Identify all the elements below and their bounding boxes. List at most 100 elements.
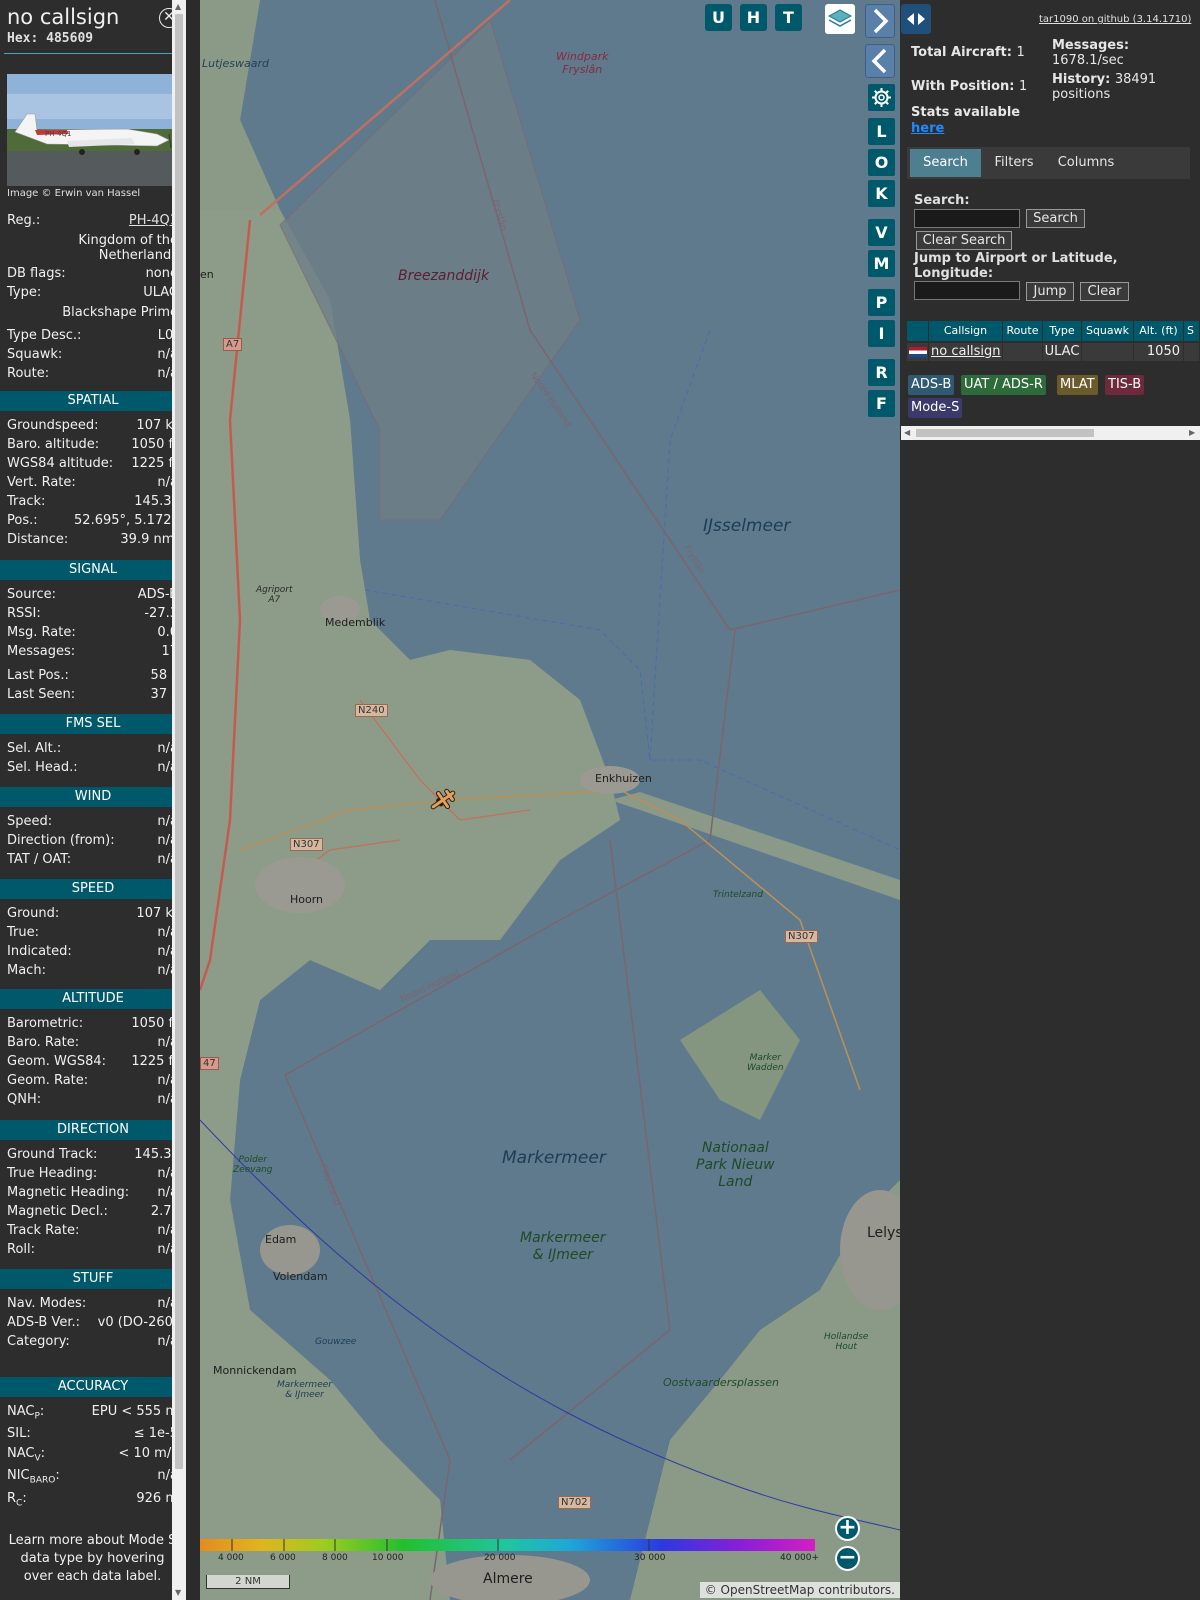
badge-adsb[interactable]: ADS-B xyxy=(908,375,955,395)
map-button-m[interactable]: M xyxy=(868,250,895,277)
map-button-h[interactable]: H xyxy=(740,4,767,31)
table-header-callsign[interactable]: Callsign xyxy=(929,321,1003,341)
track-rate-label[interactable]: Track Rate: xyxy=(7,1223,79,1238)
messages-label[interactable]: Messages: xyxy=(7,644,75,659)
mach-label[interactable]: Mach: xyxy=(7,963,46,978)
attribution-suffix: contributors. xyxy=(818,1583,895,1597)
arrows-left-right-icon xyxy=(907,13,925,25)
vert-rate-label[interactable]: Vert. Rate: xyxy=(7,475,76,490)
tat-oat-label[interactable]: TAT / OAT: xyxy=(7,852,71,867)
geom-rate-label[interactable]: Geom. Rate: xyxy=(7,1073,88,1088)
layers-button[interactable] xyxy=(825,4,855,34)
scroll-down-icon[interactable]: ▼ xyxy=(175,1588,181,1597)
osm-link[interactable]: OpenStreetMap xyxy=(721,1583,815,1597)
legend-tick-6000: 6 000 xyxy=(270,1553,296,1563)
indicated-airspeed-label[interactable]: Indicated: xyxy=(7,944,72,959)
settings-button[interactable] xyxy=(868,84,895,111)
geom-wgs84-label[interactable]: Geom. WGS84: xyxy=(7,1054,106,1069)
track-label[interactable]: Track: xyxy=(7,494,45,509)
distance-label[interactable]: Distance: xyxy=(7,532,68,547)
zoom-in-button[interactable]: + xyxy=(835,1516,860,1541)
table-header-type[interactable]: Type xyxy=(1043,321,1082,341)
distance-value: 39.9 nmi xyxy=(120,532,178,547)
wind-direction-label[interactable]: Direction (from): xyxy=(7,833,115,848)
nav-modes-label[interactable]: Nav. Modes: xyxy=(7,1296,86,1311)
badge-tisb[interactable]: TIS-B xyxy=(1105,375,1145,395)
sil-label[interactable]: SIL: xyxy=(7,1426,31,1441)
map-button-l[interactable]: L xyxy=(868,118,895,145)
true-heading-label[interactable]: True Heading: xyxy=(7,1166,97,1181)
scroll-left-icon[interactable]: ◀ xyxy=(904,428,910,437)
scroll-right-icon[interactable]: ▶ xyxy=(1189,428,1195,437)
badge-mode-s[interactable]: Mode-S xyxy=(908,398,963,418)
map-button-r[interactable]: R xyxy=(868,359,895,386)
label-nationaal-line2: Park Nieuw xyxy=(696,1157,775,1173)
nicbaro-label[interactable]: NICBARO: xyxy=(7,1468,60,1486)
collapse-left-button[interactable] xyxy=(865,44,895,78)
table-horizontal-scrollbar[interactable]: ◀ ▶ xyxy=(901,426,1200,440)
qnh-label[interactable]: QNH: xyxy=(7,1092,41,1107)
map-button-f[interactable]: F xyxy=(868,390,895,417)
row-callsign[interactable]: no callsign xyxy=(929,343,1003,361)
wgs84-altitude-label[interactable]: WGS84 altitude: xyxy=(7,456,113,471)
map-button-p[interactable]: P xyxy=(868,289,895,316)
roll-label[interactable]: Roll: xyxy=(7,1242,35,1257)
source-label[interactable]: Source: xyxy=(7,587,56,602)
magnetic-decl-label[interactable]: Magnetic Decl.: xyxy=(7,1204,108,1219)
ground-track-label[interactable]: Ground Track: xyxy=(7,1147,97,1162)
nacv-label[interactable]: NACV: xyxy=(7,1446,45,1464)
map-view[interactable]: Lutjeswaard Windpark Fryslân Breezanddijk… xyxy=(200,0,900,1600)
table-header-squawk[interactable]: Squawk xyxy=(1082,321,1134,341)
sel-alt-label[interactable]: Sel. Alt.: xyxy=(7,741,61,756)
reg-link[interactable]: PH-4Q1 xyxy=(129,213,178,228)
toggle-sidebar-button[interactable] xyxy=(901,4,931,34)
msg-rate-label[interactable]: Msg. Rate: xyxy=(7,625,76,640)
table-header-altitude[interactable]: Alt. (ft) xyxy=(1134,321,1184,341)
map-button-u[interactable]: U xyxy=(705,4,732,31)
clear-search-button[interactable]: Clear Search xyxy=(916,231,1012,250)
aircraft-photo[interactable]: PH-4Q1 xyxy=(7,74,178,186)
stats-here-link[interactable]: here xyxy=(911,121,944,136)
badge-uat-adsr[interactable]: UAT / ADS-R xyxy=(961,375,1046,395)
search-input[interactable] xyxy=(914,209,1020,228)
position-label[interactable]: Pos.: xyxy=(7,513,38,528)
jump-input[interactable] xyxy=(914,281,1020,300)
rc-label[interactable]: RC: xyxy=(7,1491,27,1509)
map-button-k[interactable]: K xyxy=(868,180,895,207)
scroll-up-icon[interactable]: ▲ xyxy=(175,2,181,11)
groundspeed-label[interactable]: Groundspeed: xyxy=(7,418,98,433)
clear-button[interactable]: Clear xyxy=(1080,282,1129,301)
map-button-o[interactable]: O xyxy=(868,149,895,176)
tab-filters[interactable]: Filters xyxy=(986,149,1042,177)
left-panel-scrollbar[interactable]: ▲ ▼ xyxy=(172,0,186,1600)
sel-head-label[interactable]: Sel. Head.: xyxy=(7,760,78,775)
zoom-out-button[interactable]: − xyxy=(835,1546,860,1571)
magnetic-heading-label[interactable]: Magnetic Heading: xyxy=(7,1185,129,1200)
last-seen-label[interactable]: Last Seen: xyxy=(7,687,75,702)
true-airspeed-label[interactable]: True: xyxy=(7,925,39,940)
nacp-label[interactable]: NACP: xyxy=(7,1404,44,1422)
table-header-route[interactable]: Route xyxy=(1003,321,1043,341)
tab-columns[interactable]: Columns xyxy=(1044,149,1128,177)
github-link[interactable]: tar1090 on github (3.14.1710) xyxy=(1039,14,1191,25)
last-pos-label[interactable]: Last Pos.: xyxy=(7,668,69,683)
baro-rate-label[interactable]: Baro. Rate: xyxy=(7,1035,79,1050)
tab-search[interactable]: Search xyxy=(910,149,981,177)
map-button-v[interactable]: V xyxy=(868,219,895,246)
table-scroll-thumb[interactable] xyxy=(916,429,1094,437)
barometric-label[interactable]: Barometric: xyxy=(7,1016,83,1031)
category-label[interactable]: Category: xyxy=(7,1334,70,1349)
expand-right-button[interactable] xyxy=(865,4,895,38)
jump-button[interactable]: Jump xyxy=(1026,282,1074,301)
map-button-i[interactable]: I xyxy=(868,320,895,347)
baro-altitude-label[interactable]: Baro. altitude: xyxy=(7,437,99,452)
ground-speed-label[interactable]: Ground: xyxy=(7,906,59,921)
search-button[interactable]: Search xyxy=(1026,209,1085,228)
left-panel-scroll-thumb[interactable] xyxy=(175,14,183,1469)
badge-mlat[interactable]: MLAT xyxy=(1057,375,1098,395)
rssi-label[interactable]: RSSI: xyxy=(7,606,41,621)
map-button-t[interactable]: T xyxy=(775,4,802,31)
adsb-version-label[interactable]: ADS-B Ver.: xyxy=(7,1315,80,1330)
table-header-speed[interactable]: S xyxy=(1184,321,1200,341)
wind-speed-label[interactable]: Speed: xyxy=(7,814,52,829)
